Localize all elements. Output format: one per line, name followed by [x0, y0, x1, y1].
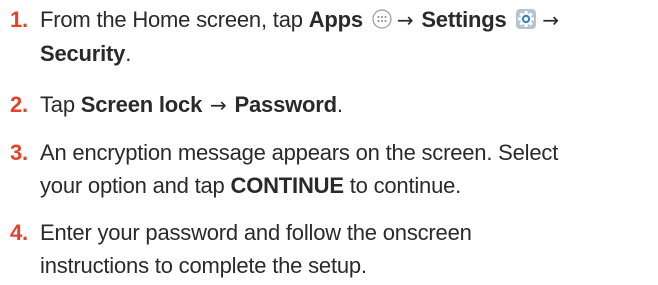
step-line-2: your option and tap — [40, 173, 225, 198]
step-number: 3. — [10, 140, 28, 165]
step-4: 4. Enter your password and follow the on… — [0, 216, 655, 284]
step-intro: Tap — [40, 92, 75, 117]
apps-icon — [372, 9, 392, 29]
step-line-1: An encryption message appears on the scr… — [40, 140, 559, 165]
settings-label: Settings — [421, 7, 507, 32]
security-label: Security — [40, 41, 126, 66]
step-2: 2. Tap Screen lock → Password. — [0, 88, 655, 122]
step-period: . — [125, 41, 132, 66]
password-label: Password — [234, 92, 338, 117]
apps-label: Apps — [308, 7, 363, 32]
step-text: From the Home screen, tap Apps → Setting… — [40, 3, 655, 70]
screen-lock-label: Screen lock — [80, 92, 203, 117]
arrow-icon: → — [542, 8, 559, 32]
step-number: 4. — [10, 220, 28, 245]
step-period: . — [336, 92, 343, 117]
step-1: 1. From the Home screen, tap Apps → Sett… — [0, 3, 655, 73]
step-number: 1. — [10, 7, 28, 32]
step-text: Tap Screen lock → Password. — [40, 88, 655, 122]
step-line-1: Enter your password and follow the onscr… — [40, 220, 472, 245]
step-3: 3. An encryption message appears on the … — [0, 136, 655, 204]
step-number: 2. — [10, 92, 28, 117]
step-text: An encryption message appears on the scr… — [40, 136, 655, 202]
step-intro: From the Home screen, tap — [40, 7, 303, 32]
step-line-2-end: to continue. — [349, 173, 462, 198]
arrow-icon: → — [210, 93, 227, 117]
continue-label: CONTINUE — [230, 173, 344, 198]
step-line-2: instructions to complete the setup. — [40, 253, 367, 278]
instruction-steps: 1. From the Home screen, tap Apps → Sett… — [0, 0, 658, 285]
arrow-icon: → — [396, 8, 414, 32]
settings-gear-icon — [516, 9, 537, 30]
step-text: Enter your password and follow the onscr… — [40, 216, 655, 282]
